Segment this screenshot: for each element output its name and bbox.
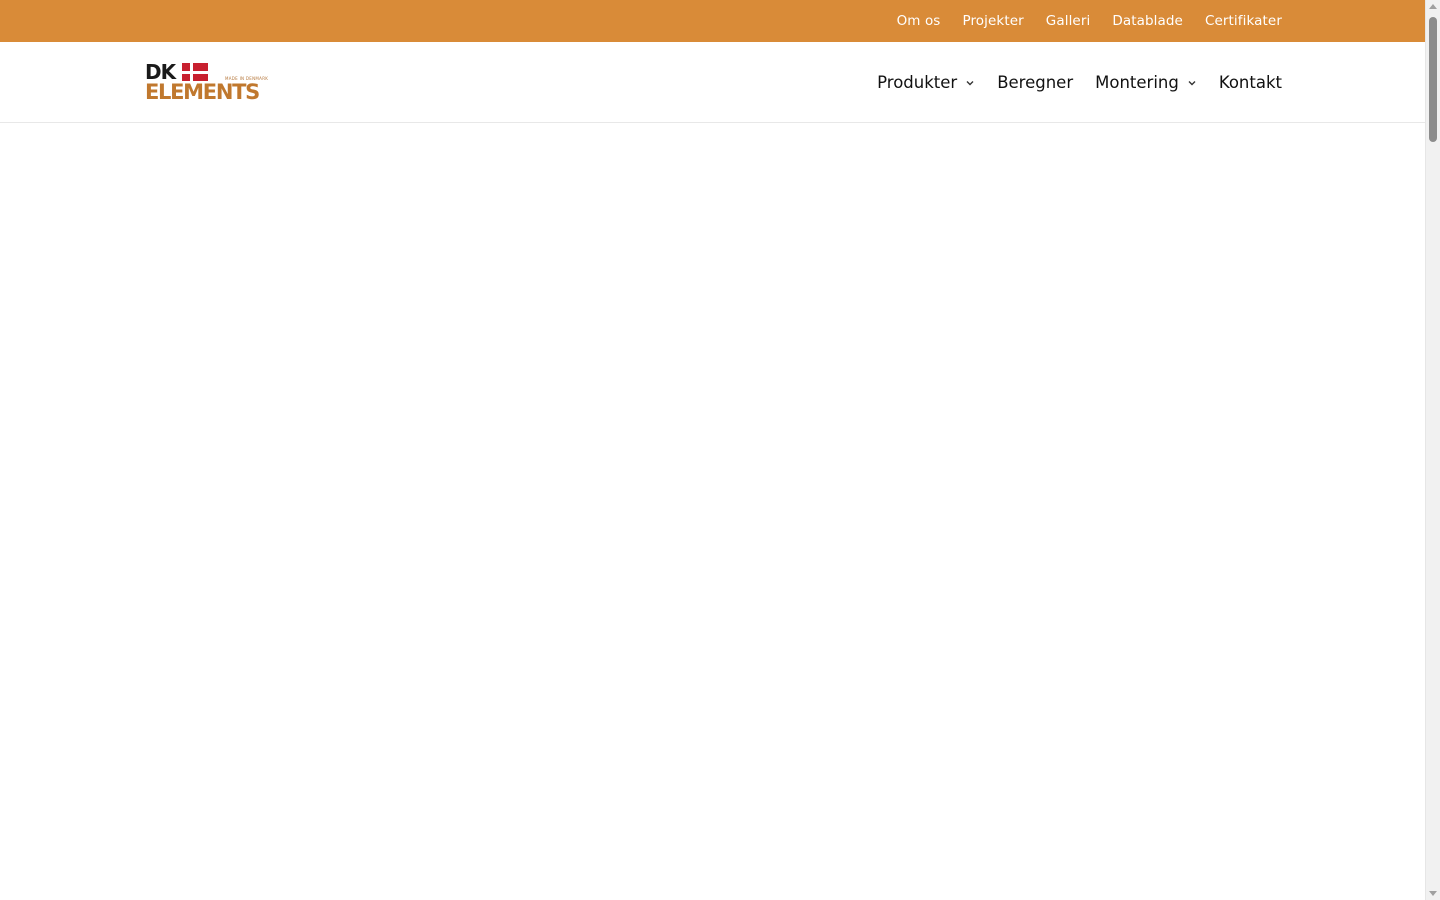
nav-item-produkter[interactable]: Produkter [877,73,975,92]
nav-item-beregner[interactable]: Beregner [997,73,1073,92]
main-nav: Produkter Beregner Montering Kontakt [877,42,1282,123]
arrow-up-icon[interactable] [1429,4,1437,9]
arrow-down-icon[interactable] [1429,891,1437,896]
logo[interactable]: DK MADE IN DENMARK ELEMENTS [145,60,268,104]
nav-item-label: Kontakt [1218,73,1282,92]
nav-item-montering[interactable]: Montering [1095,73,1197,92]
top-link-galleri[interactable]: Galleri [1046,13,1091,29]
vertical-scrollbar[interactable] [1425,0,1440,900]
top-bar-nav: Om os Projekter Galleri Datablade Certif… [897,0,1282,42]
top-link-projekter[interactable]: Projekter [962,13,1023,29]
scrollbar-thumb[interactable] [1429,17,1437,142]
main-header: DK MADE IN DENMARK ELEMENTS Produkter Be… [0,42,1425,123]
top-link-certifikater[interactable]: Certifikater [1205,13,1282,29]
nav-item-label: Beregner [997,73,1074,92]
nav-item-label: Produkter [877,73,958,92]
nav-item-label: Montering [1095,73,1179,92]
logo-dk-text: DK [145,60,176,84]
danish-flag-icon [182,63,208,81]
chevron-down-icon [966,80,974,85]
logo-elements-text: ELEMENTS [145,80,260,104]
top-link-datablade[interactable]: Datablade [1112,13,1183,29]
top-bar: Om os Projekter Galleri Datablade Certif… [0,0,1425,42]
nav-item-kontakt[interactable]: Kontakt [1219,73,1282,92]
top-link-om-os[interactable]: Om os [897,13,941,29]
chevron-down-icon [1188,80,1196,85]
page: Om os Projekter Galleri Datablade Certif… [0,0,1425,900]
